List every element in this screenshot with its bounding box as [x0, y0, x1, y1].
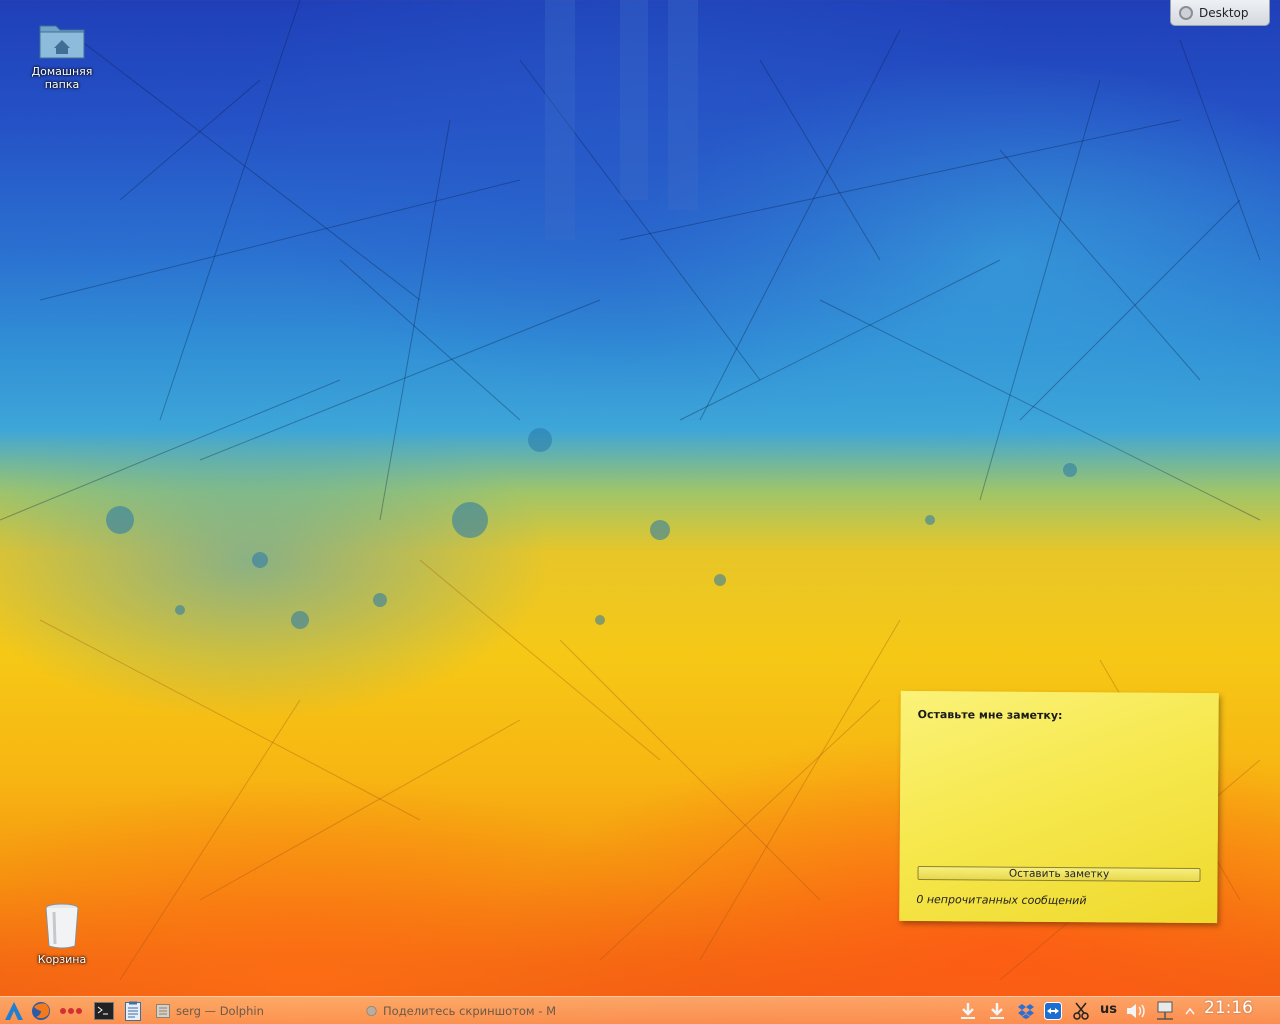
trash-icon: [45, 903, 79, 949]
teamviewer-icon: [1044, 1002, 1062, 1020]
task-screenshot-label: Поделитесь скриншотом - М: [383, 1004, 556, 1018]
clipboard-app-icon: [125, 1001, 141, 1021]
dropbox-tray-button[interactable]: [1016, 997, 1036, 1024]
note-title: Оставьте мне заметку:: [917, 708, 1063, 723]
firefox-icon: [32, 1002, 50, 1020]
dolphin-icon: [156, 1004, 170, 1018]
download-icon: [961, 1003, 975, 1019]
network-icon: [1157, 1001, 1173, 1020]
application-launcher-button[interactable]: [2, 997, 26, 1024]
terminal-launcher[interactable]: [92, 997, 116, 1024]
dots-icon: [60, 1008, 82, 1014]
download-tray-button-2[interactable]: [987, 997, 1007, 1024]
desktop-toolbox[interactable]: Desktop: [1170, 0, 1270, 26]
note-widget: Оставьте мне заметку: Оставить заметку 0…: [899, 690, 1219, 924]
desktop-icon-trash-label: Корзина: [37, 953, 87, 966]
task-screenshot[interactable]: Поделитесь скриншотом - М: [366, 999, 556, 1023]
cashew-icon: [1179, 5, 1193, 20]
leave-note-button[interactable]: Оставить заметку: [917, 866, 1201, 882]
terminal-icon: [94, 1002, 114, 1020]
keyboard-layout-indicator[interactable]: us: [1100, 1002, 1117, 1017]
task-dolphin-label: serg — Dolphin: [176, 1004, 264, 1018]
application-launcher-icon: [5, 1002, 23, 1020]
volume-tray-button[interactable]: [1125, 997, 1149, 1024]
desktop-icon-home[interactable]: Домашняя папка: [22, 18, 102, 92]
clock[interactable]: 21:16: [1204, 998, 1253, 1018]
volume-icon: [1127, 1004, 1145, 1018]
screenshot-app-icon: [366, 1005, 377, 1017]
klipper-icon: [1073, 1002, 1089, 1020]
home-folder-icon: [39, 25, 85, 59]
note-text-area[interactable]: [914, 723, 1205, 855]
tray-expand-button[interactable]: [1182, 997, 1198, 1024]
desktop-toolbox-label: Desktop: [1199, 5, 1249, 20]
dots-launcher[interactable]: [58, 997, 84, 1024]
download-tray-button-1[interactable]: [958, 997, 978, 1024]
klipper-tray-button[interactable]: [1071, 997, 1091, 1024]
download-icon: [990, 1003, 1004, 1019]
task-dolphin[interactable]: serg — Dolphin: [156, 999, 356, 1023]
desktop-icon-home-label: Домашняя папка: [31, 65, 93, 91]
unread-messages-status: 0 непрочитанных сообщений: [916, 893, 1087, 908]
dropbox-icon: [1018, 1004, 1034, 1019]
desktop-icon-trash[interactable]: Корзина: [22, 902, 102, 967]
taskbar: serg — Dolphin Поделитесь скриншотом - М: [0, 996, 1280, 1024]
clipboard-launcher[interactable]: [121, 997, 145, 1024]
tray-expand-icon: [1185, 1007, 1195, 1015]
teamviewer-tray-button[interactable]: [1043, 997, 1063, 1024]
network-tray-button[interactable]: [1154, 997, 1176, 1024]
firefox-launcher[interactable]: [29, 997, 53, 1024]
